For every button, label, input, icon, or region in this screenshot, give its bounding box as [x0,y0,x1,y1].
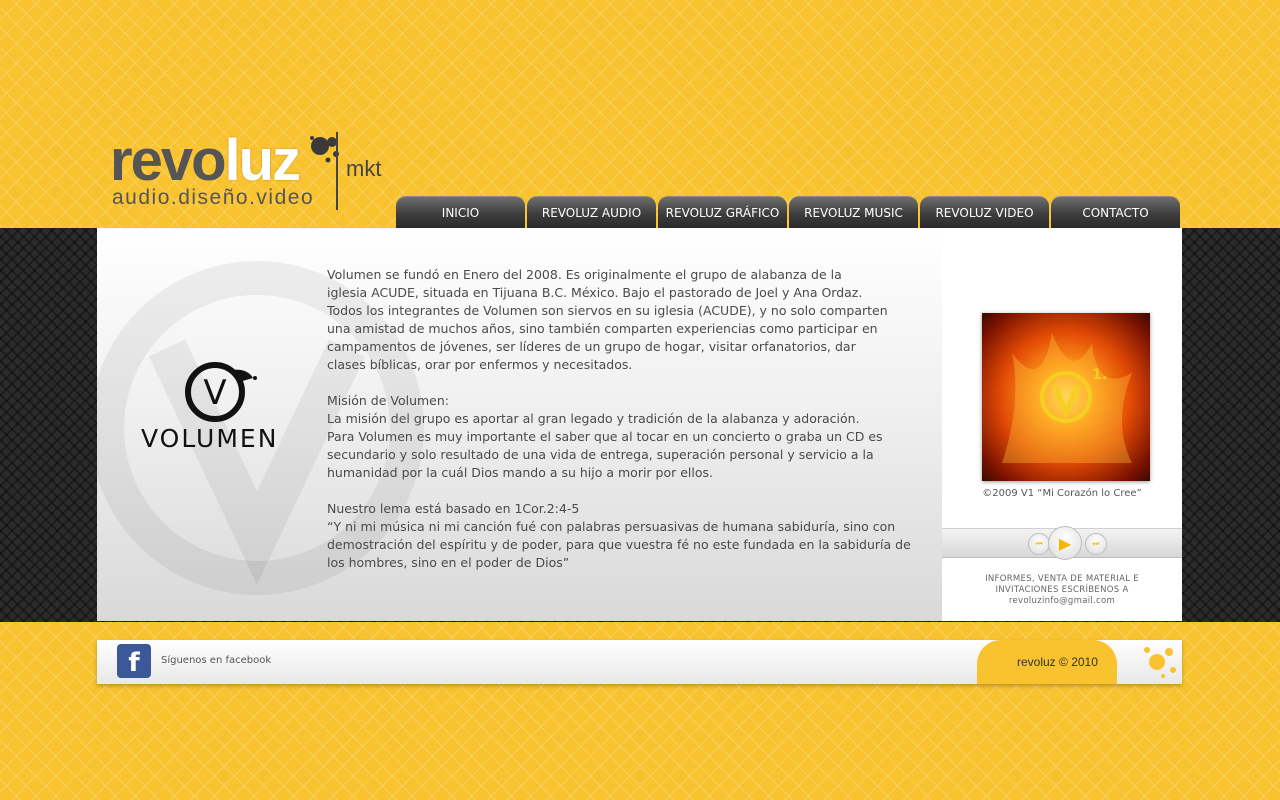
logo-tagline: audio.diseño.video [112,186,315,209]
logo-suffix: mkt [346,156,382,181]
history-paragraph: Volumen se fundó en Enero del 2008. Es o… [327,267,888,372]
next-icon: ⏭ [1092,539,1100,548]
nav-tab-music[interactable]: REVOLUZ MUSIC [789,196,918,228]
brand-name: VOLUMEN [141,424,279,453]
facebook-follow-link[interactable]: Síguenos en facebook [161,655,271,666]
album-caption: ©2009 V1 “Mi Corazón lo Cree” [982,488,1142,499]
nav-tab-contacto[interactable]: CONTACTO [1051,196,1180,228]
copyright-text: revoluz © 2010 [1017,655,1098,669]
contact-email-link[interactable]: revoluzinfo@gmail.com [952,596,1172,607]
main-nav: INICIO REVOLUZ AUDIO REVOLUZ GRÁFICO REV… [396,196,1180,228]
nav-tab-inicio[interactable]: INICIO [396,196,525,228]
album-cover[interactable]: 1. [982,313,1150,481]
nav-tab-video[interactable]: REVOLUZ VIDEO [920,196,1049,228]
play-button[interactable]: ▶ [1048,526,1082,560]
next-track-button[interactable]: ⏭ [1085,533,1107,555]
contact-info: INFORMES, VENTA DE MATERIAL E INVITACION… [952,574,1172,607]
site-logo[interactable]: revoluz mkt audio.diseño.video [110,130,400,215]
nav-tab-audio[interactable]: REVOLUZ AUDIO [527,196,656,228]
mission-paragraph: Misión de Volumen: La misión del grupo e… [327,393,883,480]
main-content-panel: V VOLUMEN Volumen se fundó en Enero del … [97,228,942,621]
album-v1-logo-icon: 1. [1002,333,1132,463]
motto-paragraph: Nuestro lema está basado en 1Cor.2:4-5 “… [327,501,911,570]
logo-wordmark: revoluz [110,128,301,193]
previous-icon: ⏮ [1035,539,1043,548]
play-icon: ▶ [1058,533,1072,553]
footer-splatter-icon [1144,647,1176,678]
svg-text:V: V [203,373,226,413]
about-text: Volumen se fundó en Enero del 2008. Es o… [327,266,927,590]
previous-track-button[interactable]: ⏮ [1028,533,1050,555]
logo-divider [336,132,338,210]
footer-bar: f Síguenos en facebook revoluz © 2010 [97,640,1182,684]
side-panel: 1. ©2009 V1 “Mi Corazón lo Cree” ⏮ ▶ ⏭ I… [942,228,1182,621]
nav-tab-grafico[interactable]: REVOLUZ GRÁFICO [658,196,787,228]
svg-text:1.: 1. [1092,367,1107,383]
facebook-icon[interactable]: f [117,644,151,678]
logo-splatter-icon [310,136,339,163]
audio-player: ⏮ ▶ ⏭ [942,526,1182,560]
